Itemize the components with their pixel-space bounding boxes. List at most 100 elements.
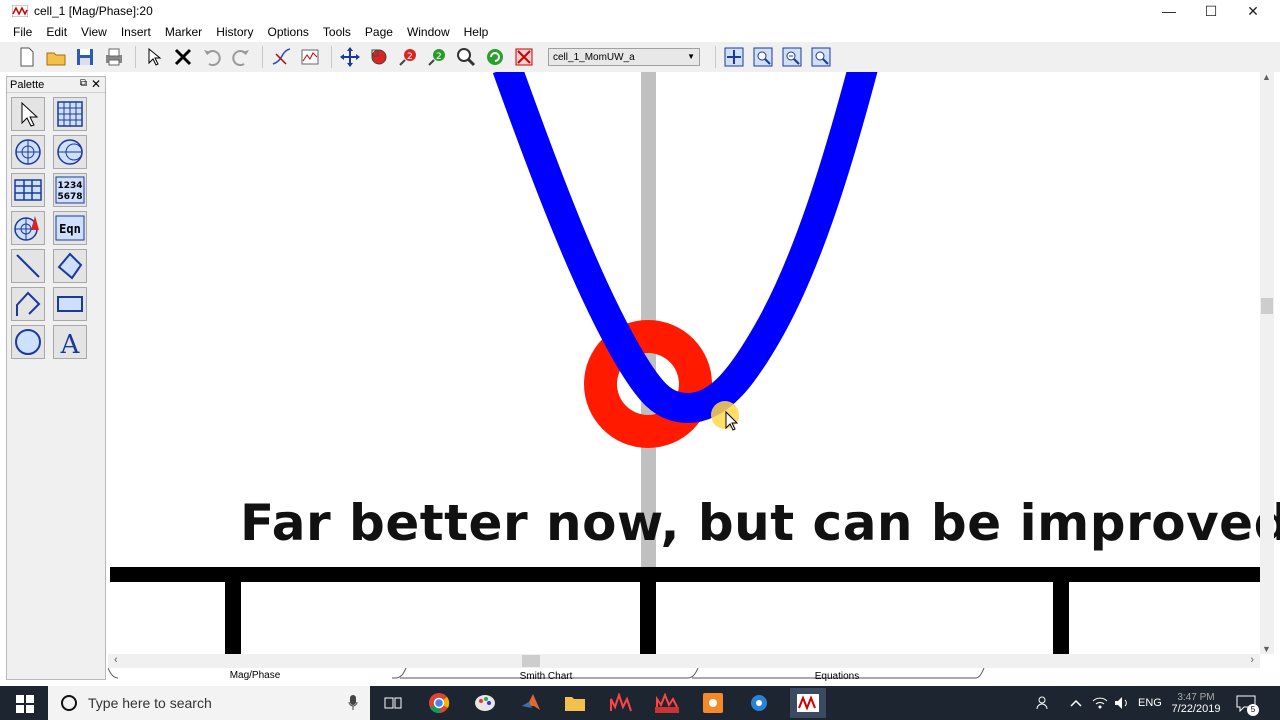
awr-app-2-icon[interactable]	[654, 690, 680, 716]
palette-antenna-tool[interactable]	[11, 211, 45, 245]
stop-icon[interactable]	[511, 44, 537, 70]
palette-rectangle-tool[interactable]	[53, 287, 87, 321]
chevron-up-icon[interactable]	[1070, 686, 1082, 720]
close-button[interactable]: ✕	[1230, 0, 1276, 22]
people-icon[interactable]	[1036, 686, 1052, 720]
open-folder-icon[interactable]	[43, 44, 69, 70]
palette-pointer-tool[interactable]	[11, 97, 45, 131]
palette-circle-tool[interactable]	[11, 325, 45, 359]
antenna-plot-icon	[14, 216, 39, 241]
toolbar-separator	[715, 46, 716, 68]
notification-icon[interactable]: 5	[1236, 686, 1259, 720]
palette-line-tool[interactable]	[11, 249, 45, 283]
zoom-box-in-icon[interactable]	[750, 44, 776, 70]
tab-smith-chart[interactable]: Smith Chart	[408, 668, 684, 685]
volume-icon[interactable]	[1114, 686, 1130, 720]
zoom-box-out-icon[interactable]	[779, 44, 805, 70]
zoom-fit-icon[interactable]	[721, 44, 747, 70]
tab-equations[interactable]: Equations	[700, 668, 974, 685]
cursor-highlight	[711, 401, 739, 429]
new-file-icon[interactable]	[14, 44, 40, 70]
menu-options[interactable]: Options	[261, 25, 316, 39]
vertical-scrollbar[interactable]: ▲ ▼	[1260, 72, 1274, 654]
menu-page[interactable]: Page	[358, 25, 400, 39]
palette-panel: Palette ⧉ ✕ 1234 5678 Eqn A	[6, 76, 106, 680]
matlab-icon[interactable]	[518, 690, 544, 716]
menu-tools[interactable]: Tools	[316, 25, 358, 39]
scroll-right-icon[interactable]: ›	[1250, 654, 1254, 666]
palette-grid-tool[interactable]	[53, 97, 87, 131]
add-graph-icon[interactable]	[297, 44, 323, 70]
taskbar-search[interactable]: Type here to search	[48, 686, 370, 720]
pan-icon[interactable]	[337, 44, 363, 70]
search-placeholder: Type here to search	[88, 695, 212, 711]
maximize-button[interactable]: ☐	[1188, 0, 1234, 22]
menu-marker[interactable]: Marker	[158, 25, 209, 39]
palette-polygon-tool[interactable]	[53, 249, 87, 283]
palette-polyline-tool[interactable]	[11, 287, 45, 321]
graph-canvas[interactable]	[108, 72, 1260, 654]
palette-number-tool[interactable]: 1234 5678	[53, 173, 87, 207]
tab-mag-phase[interactable]: Mag/Phase	[118, 668, 392, 685]
wifi-icon[interactable]	[1092, 686, 1108, 720]
redo-icon[interactable]	[228, 44, 254, 70]
palette-polar-tool[interactable]	[11, 135, 45, 169]
zoom-reset-icon[interactable]	[808, 44, 834, 70]
file-explorer-icon[interactable]	[562, 690, 588, 716]
paint-icon[interactable]	[472, 690, 498, 716]
menu-history[interactable]: History	[209, 25, 260, 39]
tune-icon[interactable]	[268, 44, 294, 70]
toolbar-separator	[331, 46, 332, 68]
chrome-icon[interactable]	[426, 690, 452, 716]
windows-start-icon[interactable]	[16, 695, 34, 713]
horizontal-scrollbar[interactable]: ‹ ›	[108, 654, 1260, 668]
smith-chart-icon	[57, 139, 83, 165]
menu-help[interactable]: Help	[457, 25, 496, 39]
palette-title: Palette	[10, 78, 45, 91]
orange-app-icon[interactable]	[700, 690, 726, 716]
task-view-icon[interactable]	[380, 690, 406, 716]
scroll-left-icon[interactable]: ‹	[114, 654, 118, 666]
minimize-button[interactable]: —	[1146, 0, 1192, 22]
save-icon[interactable]	[72, 44, 98, 70]
app-icon	[11, 4, 29, 18]
awr-app-icon[interactable]	[608, 690, 634, 716]
menu-window[interactable]: Window	[400, 25, 457, 39]
palette-table-tool[interactable]	[11, 173, 45, 207]
scroll-up-icon[interactable]: ▲	[1262, 72, 1271, 82]
menu-insert[interactable]: Insert	[114, 25, 158, 39]
menu-view[interactable]: View	[74, 25, 114, 39]
menu-file[interactable]: File	[6, 25, 39, 39]
number-display-icon: 1234 5678	[55, 176, 85, 204]
rectangular-graph-icon	[57, 101, 83, 127]
zoom-marker-icon[interactable]	[366, 44, 392, 70]
palette-smith-tool[interactable]	[53, 135, 87, 169]
pointer-icon	[21, 101, 39, 127]
close-icon[interactable]: ✕	[91, 77, 101, 91]
graph-select[interactable]: cell_1_MomUW_a ▼	[548, 48, 700, 66]
awr-active-app-icon[interactable]	[790, 688, 826, 718]
text-tool-label: A	[60, 330, 81, 357]
pointer-icon[interactable]	[141, 44, 167, 70]
window-title: cell_1 [Mag/Phase]:20	[34, 4, 153, 18]
palette-equation-tool[interactable]: Eqn	[53, 211, 87, 245]
horizontal-scroll-thumb[interactable]	[522, 655, 540, 667]
clock[interactable]: 3:47 PM 7/22/2019	[1170, 686, 1222, 720]
float-icon[interactable]: ⧉	[80, 78, 87, 89]
menu-edit[interactable]: Edit	[39, 25, 74, 39]
scroll-down-icon[interactable]: ▼	[1262, 644, 1271, 654]
print-icon[interactable]	[101, 44, 127, 70]
refresh-icon[interactable]	[482, 44, 508, 70]
vertical-scroll-thumb[interactable]	[1261, 298, 1273, 314]
microphone-icon[interactable]	[348, 695, 358, 711]
delete-icon[interactable]	[170, 44, 196, 70]
zoom-icon[interactable]	[453, 44, 479, 70]
palette-header: Palette ⧉ ✕	[7, 77, 105, 93]
settings-app-icon[interactable]	[746, 690, 772, 716]
undo-icon[interactable]	[199, 44, 225, 70]
zoom-out-2-icon[interactable]: 2	[424, 44, 450, 70]
zoom-in-2-icon[interactable]: 2	[395, 44, 421, 70]
language-indicator[interactable]: ENG	[1138, 686, 1162, 720]
palette-text-tool[interactable]: A	[53, 325, 87, 359]
polygon-icon	[57, 252, 83, 280]
